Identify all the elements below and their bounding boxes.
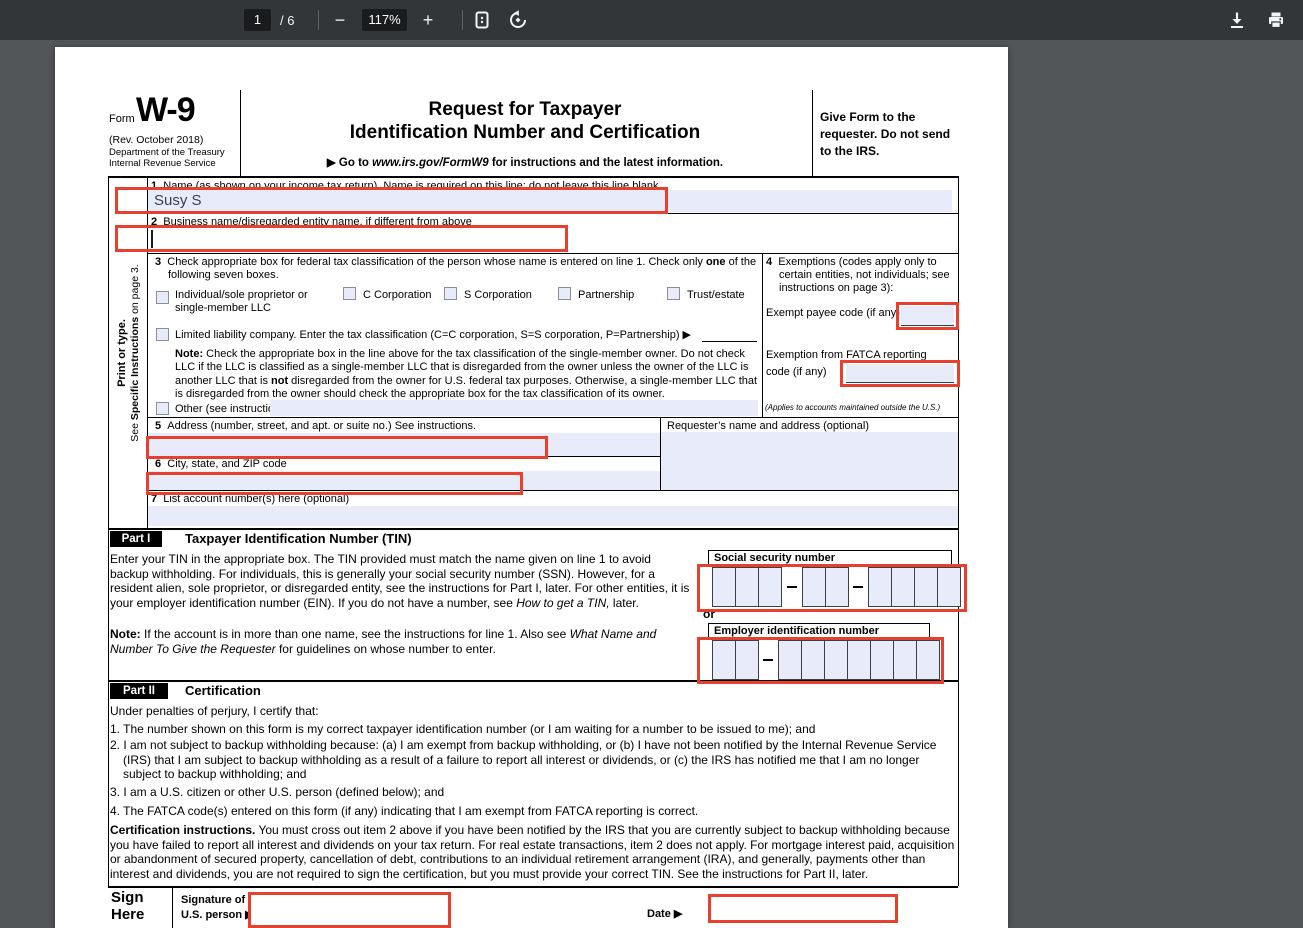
zoom-level-input[interactable]: 117% — [362, 9, 407, 31]
download-icon — [1227, 10, 1247, 30]
part1-paragraph: Enter your TIN in the appropriate box. T… — [110, 552, 690, 610]
row-rule — [147, 417, 958, 418]
certify-intro: Under penalties of perjury, I certify th… — [110, 704, 319, 718]
toolbar-divider — [462, 10, 463, 30]
certify-item-4: 4. The FATCA code(s) entered on this for… — [110, 804, 699, 818]
signature-label-line2: U.S. person ▶ — [181, 909, 254, 921]
form-word: Form — [109, 113, 135, 125]
rotate-button[interactable] — [507, 9, 529, 31]
part1-rule — [108, 528, 958, 530]
print-button[interactable] — [1264, 8, 1288, 32]
form-goto-line: ▶ Go to www.irs.gov/FormW9 for instructi… — [326, 157, 724, 169]
llc-classification-field[interactable] — [702, 341, 757, 342]
checkbox-individual-label: Individual/sole proprietor or single-mem… — [175, 289, 308, 314]
checkbox-trust-estate[interactable] — [667, 287, 680, 300]
fatca-code-field-highlight — [840, 360, 960, 387]
applies-note: (Applies to accounts maintained outside … — [765, 403, 941, 412]
give-form-note: Give Form to the requester. Do not send … — [820, 110, 951, 158]
checkbox-s-corporation[interactable] — [444, 287, 457, 300]
part1-note: Note: If the account is in more than one… — [110, 627, 657, 656]
account-numbers-field[interactable] — [148, 506, 958, 526]
toolbar-divider — [318, 10, 319, 30]
form-title-line2: Identification Number and Certification — [349, 122, 701, 143]
pdf-page: Form W-9 (Rev. October 2018) Department … — [55, 47, 1008, 928]
checkbox-partnership[interactable] — [558, 287, 571, 300]
business-name-field-highlight — [115, 225, 568, 252]
checkbox-partnership-label: Partnership — [578, 289, 635, 301]
checkbox-other[interactable] — [156, 402, 169, 415]
page-count-label: / 6 — [280, 13, 295, 28]
checkbox-llc[interactable] — [156, 328, 169, 341]
checkbox-c-corporation[interactable] — [343, 287, 356, 300]
form-right-border — [958, 176, 959, 886]
part1-badge: Part I — [110, 531, 162, 547]
here-word: Here — [111, 906, 145, 923]
form-title-line1: Request for Taxpayer — [428, 99, 622, 120]
form-left-border — [108, 176, 109, 886]
form-department: Department of the Treasury — [109, 147, 225, 158]
fit-page-button[interactable] — [471, 9, 493, 31]
certification-instructions: Certification instructions. You must cro… — [110, 823, 955, 881]
other-field[interactable] — [270, 400, 758, 416]
sign-word: Sign — [111, 889, 144, 906]
fatca-label-line2: code (if any) — [766, 366, 827, 378]
certify-item-2: 2. I am not subject to backup withholdin… — [110, 738, 937, 781]
signature-field-highlight — [248, 892, 451, 928]
line4-divider — [762, 253, 763, 417]
date-field-highlight — [708, 894, 898, 923]
line4-label: 4 Exemptions (codes apply only to certai… — [766, 256, 950, 294]
line5-label: 5 Address (number, street, and apt. or s… — [155, 420, 477, 432]
rotate-counterclockwise-icon — [508, 10, 528, 30]
requester-field[interactable] — [661, 432, 958, 490]
form-service: Internal Revenue Service — [109, 158, 216, 169]
sign-rule — [108, 886, 958, 888]
date-label: Date ▶ — [647, 908, 683, 920]
ssn-field-highlight — [697, 564, 967, 612]
fit-page-icon — [472, 10, 492, 30]
name-field-highlight — [115, 187, 668, 214]
row-rule — [147, 253, 958, 254]
checkbox-c-corporation-label: C Corporation — [363, 289, 432, 301]
header-divider-right — [812, 90, 813, 176]
pdf-toolbar: 1 / 6 − 117% + — [0, 0, 1303, 40]
line3-label: 3 Check appropriate box for federal tax … — [155, 256, 757, 281]
zoom-out-button[interactable]: − — [328, 8, 352, 32]
download-button[interactable] — [1225, 8, 1249, 32]
form-number: W-9 — [136, 91, 196, 129]
zoom-in-button[interactable]: + — [416, 8, 440, 32]
print-icon — [1266, 10, 1286, 30]
line6-label: 6 City, state, and ZIP code — [155, 458, 287, 470]
header-divider-left — [240, 90, 241, 176]
certify-item-3: 3. I am a U.S. citizen or other U.S. per… — [110, 785, 445, 799]
ein-field-highlight — [697, 637, 944, 684]
part2-title: Certification — [185, 683, 261, 698]
address-field-highlight — [146, 436, 548, 459]
city-state-zip-field-highlight — [146, 472, 523, 495]
checkbox-individual[interactable] — [156, 291, 169, 304]
part2-badge: Part II — [110, 683, 168, 699]
page-number-input[interactable]: 1 — [244, 9, 271, 31]
certify-item-1: 1. The number shown on this form is my c… — [110, 722, 816, 736]
checkbox-trust-estate-label: Trust/estate — [687, 289, 745, 301]
header-rule — [108, 176, 958, 178]
part1-title: Taxpayer Identification Number (TIN) — [185, 531, 412, 546]
checkbox-s-corporation-label: S Corporation — [464, 289, 532, 301]
llc-note: Note: Check the appropriate box in the l… — [175, 348, 758, 400]
sign-divider — [172, 888, 173, 928]
exempt-payee-label: Exempt payee code (if any) — [766, 307, 900, 319]
form-revision: (Rev. October 2018) — [109, 134, 204, 146]
signature-label-line1: Signature of — [181, 894, 246, 906]
llc-label: Limited liability company. Enter the tax… — [175, 329, 692, 341]
exempt-payee-field-highlight — [896, 302, 959, 330]
